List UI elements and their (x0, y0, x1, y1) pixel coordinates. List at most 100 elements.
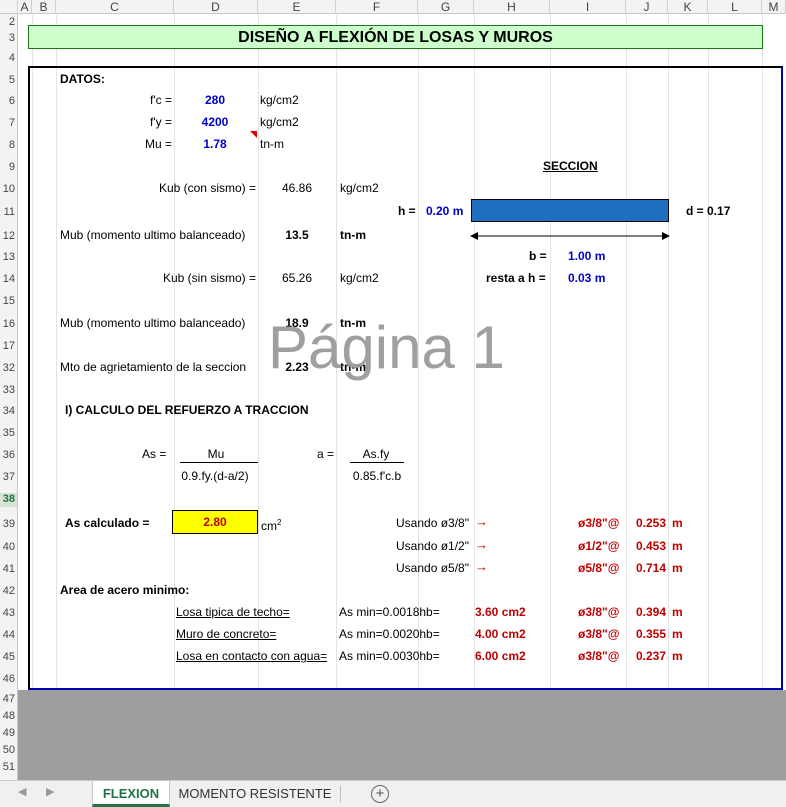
row-header-9[interactable]: 9 (0, 161, 17, 175)
column-header-d[interactable]: D (174, 0, 258, 14)
add-sheet-icon[interactable]: + (371, 785, 389, 803)
mu-value[interactable]: 1.78 (190, 137, 240, 151)
calculo-heading: I) CALCULO DEL REFUERZO A TRACCION (65, 403, 309, 417)
row-header-38[interactable]: 38 (0, 493, 17, 507)
column-header-h[interactable]: H (474, 0, 550, 14)
minimo-item-label: Muro de concreto= (176, 627, 277, 641)
usando-arrow-icon: → (475, 559, 488, 574)
minimo-item-bar: ø3/8"@ (578, 649, 620, 663)
sheet-title[interactable]: DISEÑO A FLEXIÓN DE LOSAS Y MUROS (28, 25, 763, 49)
minimo-item-formula: As min=0.0018hb= (339, 605, 440, 619)
sheet-tab-bar: ◀ ▶ FLEXION MOMENTO RESISTENTE + (0, 780, 786, 807)
tab-flexion[interactable]: FLEXION (92, 781, 170, 807)
row-header-37[interactable]: 37 (0, 471, 17, 485)
usando-arrow-icon: → (475, 514, 488, 529)
usando-label: Usando ø1/2" (396, 539, 469, 553)
row-header-34[interactable]: 34 (0, 405, 17, 419)
column-header-a[interactable]: A (18, 0, 32, 14)
column-header-i[interactable]: I (550, 0, 626, 14)
column-header-c[interactable]: C (56, 0, 174, 14)
column-header-g[interactable]: G (418, 0, 474, 14)
column-header-j[interactable]: J (626, 0, 668, 14)
page-watermark: Página 1 (268, 314, 505, 381)
row-header-48[interactable]: 48 (0, 710, 17, 724)
row-header-49[interactable]: 49 (0, 727, 17, 741)
as-formula-numerator: Mu (207, 447, 225, 461)
row-header-33[interactable]: 33 (0, 384, 17, 398)
row-header-40[interactable]: 40 (0, 541, 17, 555)
minimo-heading: Area de acero minimo: (60, 583, 190, 597)
mub-sin-label: Mub (momento ultimo balanceado) (60, 316, 246, 330)
row-header-15[interactable]: 15 (0, 295, 17, 309)
row-header-32[interactable]: 32 (0, 362, 17, 376)
b-label: b = (529, 249, 547, 263)
row-header-50[interactable]: 50 (0, 744, 17, 758)
column-header-k[interactable]: K (668, 0, 708, 14)
mub-con-unit: tn-m (340, 228, 366, 242)
row-header-5[interactable]: 5 (0, 74, 17, 88)
tab-scroll-right-icon[interactable]: ▶ (46, 785, 54, 798)
row-header-44[interactable]: 44 (0, 629, 17, 643)
row-header-35[interactable]: 35 (0, 427, 17, 441)
fy-value[interactable]: 4200 (190, 115, 240, 129)
kub-sin-value: 65.26 (281, 271, 313, 285)
as-fraction-line (180, 462, 258, 463)
row-header-39[interactable]: 39 (0, 518, 17, 532)
usando-arrow-icon: → (475, 537, 488, 552)
kub-con-label: Kub (con sismo) = (158, 181, 256, 195)
mu-label: Mu = (144, 137, 172, 151)
row-header-51[interactable]: 51 (0, 761, 17, 775)
row-header-42[interactable]: 42 (0, 585, 17, 599)
row-header-7[interactable]: 7 (0, 117, 17, 131)
row-header-45[interactable]: 45 (0, 651, 17, 665)
as-calculado-value[interactable]: 2.80 (172, 510, 258, 534)
as-formula-label: As = (142, 447, 167, 461)
select-all-corner[interactable] (0, 0, 18, 14)
row-header-43[interactable]: 43 (0, 607, 17, 621)
usando-unit: m (672, 561, 683, 575)
minimo-item-spacing: 0.237 (636, 649, 667, 663)
row-header-47[interactable]: 47 (0, 693, 17, 707)
mub-con-label: Mub (momento ultimo balanceado) (60, 228, 246, 242)
row-header-10[interactable]: 10 (0, 183, 17, 197)
comment-indicator-icon[interactable] (250, 131, 257, 138)
fy-unit: kg/cm2 (260, 115, 299, 129)
tab-scroll-left-icon[interactable]: ◀ (18, 785, 26, 798)
a-fraction-line (350, 462, 404, 463)
column-header-e[interactable]: E (258, 0, 336, 14)
row-header-41[interactable]: 41 (0, 563, 17, 577)
row-header-16[interactable]: 16 (0, 318, 17, 332)
column-header-f[interactable]: F (336, 0, 418, 14)
column-header-b[interactable]: B (32, 0, 56, 14)
row-header-14[interactable]: 14 (0, 273, 17, 287)
section-rectangle (471, 199, 669, 222)
row-header-4[interactable]: 4 (0, 52, 17, 66)
row-header-12[interactable]: 12 (0, 230, 17, 244)
tab-separator (340, 786, 341, 802)
row-header-2[interactable]: 2 (0, 16, 17, 30)
tab-momento-resistente[interactable]: MOMENTO RESISTENTE (176, 781, 334, 807)
fy-label: f'y = (150, 115, 172, 129)
minimo-item-unit: m (672, 627, 683, 641)
minimo-item-value: 6.00 cm2 (475, 649, 526, 663)
minimo-item-formula: As min=0.0020hb= (339, 627, 440, 641)
resta-value: 0.03 m (568, 271, 606, 285)
row-header-3[interactable]: 3 (0, 32, 17, 46)
usando-spacing: 0.714 (636, 561, 667, 575)
seccion-heading: SECCION (543, 159, 598, 173)
row-header-8[interactable]: 8 (0, 139, 17, 153)
as-calculado-unit: cm2 (261, 518, 282, 533)
minimo-item-spacing: 0.394 (636, 605, 667, 619)
row-header-13[interactable]: 13 (0, 251, 17, 265)
row-header-11[interactable]: 11 (0, 206, 17, 220)
row-header-36[interactable]: 36 (0, 449, 17, 463)
minimo-item-unit: m (672, 649, 683, 663)
row-header-17[interactable]: 17 (0, 340, 17, 354)
column-header-l[interactable]: L (708, 0, 762, 14)
row-header-6[interactable]: 6 (0, 95, 17, 109)
fc-value[interactable]: 280 (190, 93, 240, 107)
usando-unit: m (672, 539, 683, 553)
minimo-item-value: 4.00 cm2 (475, 627, 526, 641)
row-header-46[interactable]: 46 (0, 673, 17, 687)
column-header-m[interactable]: M (762, 0, 786, 14)
